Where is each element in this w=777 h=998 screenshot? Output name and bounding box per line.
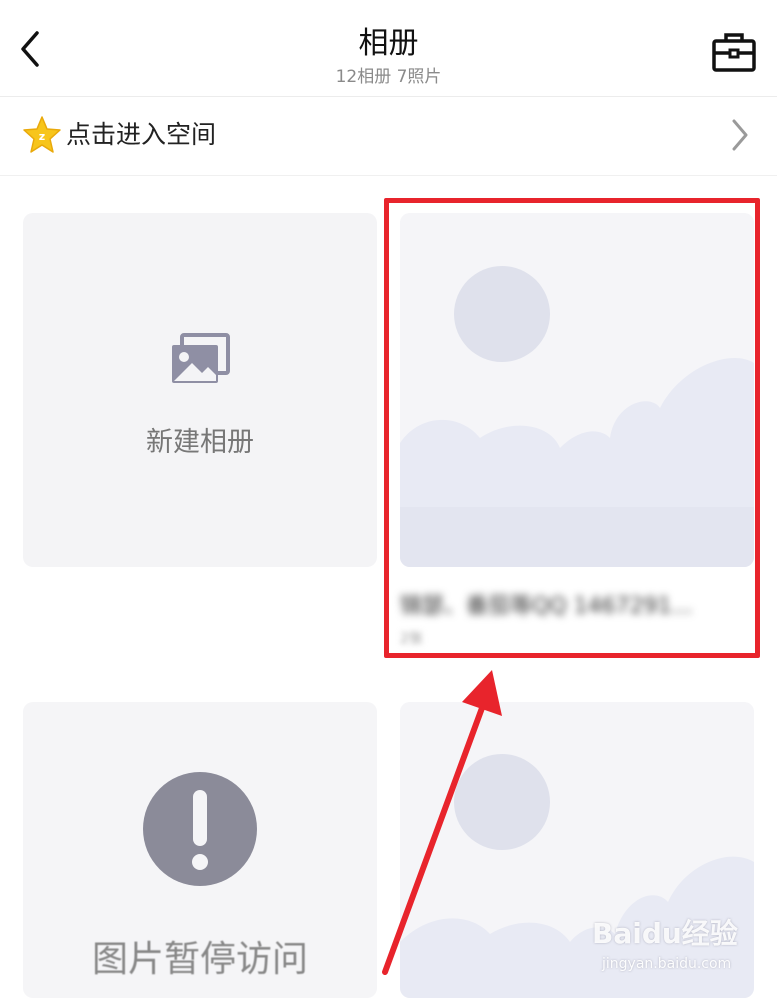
toolbox-icon	[712, 33, 756, 72]
top-bar: 相册 12相册 7照片	[0, 0, 777, 97]
svg-text:z: z	[39, 130, 45, 143]
enter-space-row[interactable]: z 点击进入空间	[0, 97, 777, 176]
exclamation-icon	[143, 772, 257, 886]
enter-space-label: 点击进入空间	[66, 120, 217, 149]
unavailable-label: 图片暂停访问	[91, 939, 308, 980]
watermark-url: jingyan.baidu.com	[602, 956, 732, 972]
new-album-card[interactable]	[23, 213, 377, 567]
watermark-text: Baidu经验	[592, 917, 738, 950]
page-title: 相册	[358, 26, 419, 61]
gallery-icon	[172, 333, 230, 383]
star-badge-icon: z	[23, 116, 61, 153]
baidu-watermark: Baidu经验 jingyan.baidu.com	[592, 912, 742, 982]
chevron-right-icon	[732, 119, 748, 151]
toolbox-button[interactable]	[706, 24, 762, 80]
highlight-annotation-box	[384, 198, 760, 658]
new-album-label: 新建相册	[146, 427, 254, 458]
annotation-arrow	[382, 670, 502, 975]
page-subtitle: 12相册 7照片	[335, 67, 442, 87]
